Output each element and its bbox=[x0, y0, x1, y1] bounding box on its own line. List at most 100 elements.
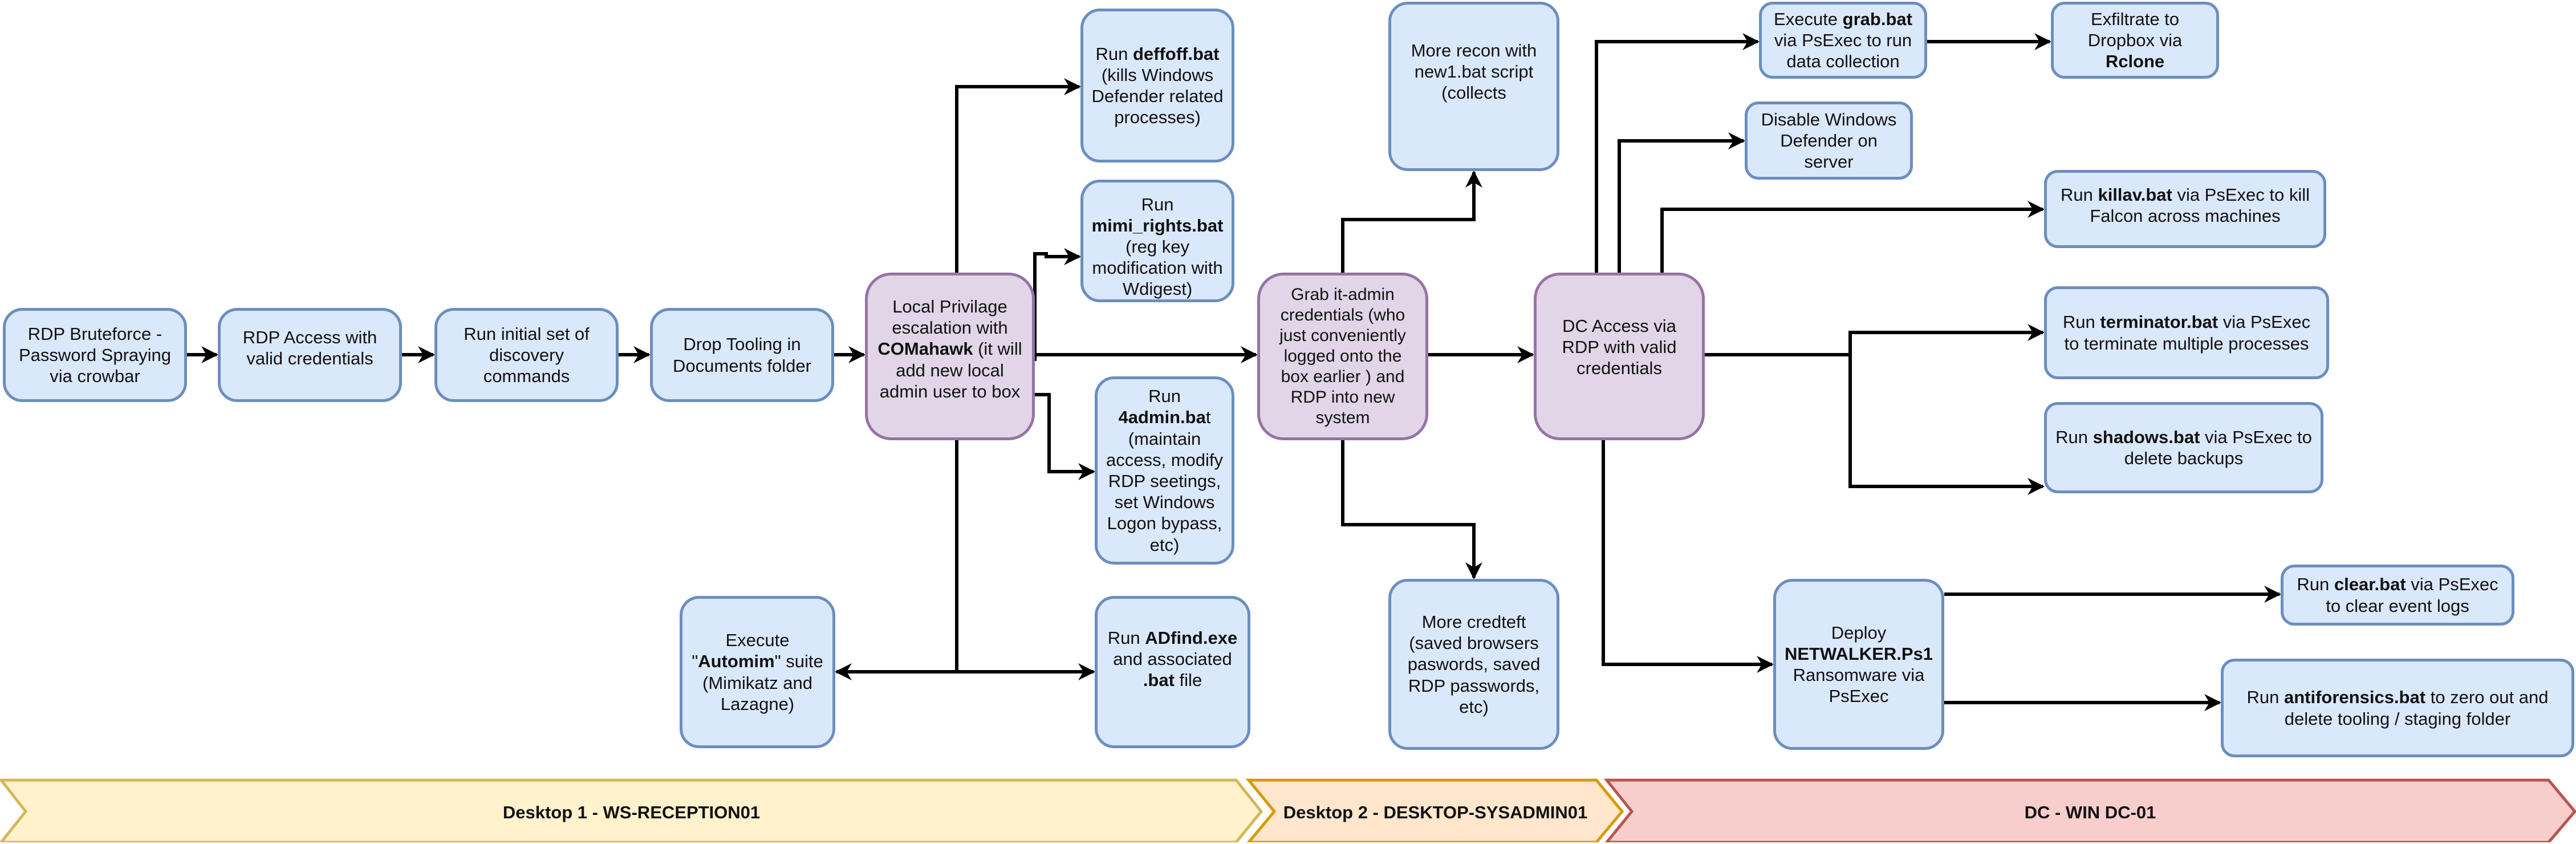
node-label-bold: clear.bat bbox=[2334, 574, 2406, 595]
node-deffoff[interactable]: Run deffoff.bat (kills Windows Defender … bbox=[1080, 9, 1234, 163]
node-label: Run mimi_rights.bat (reg key modificatio… bbox=[1091, 194, 1224, 300]
node-label: Run ADfind.exe and associated .bat file bbox=[1106, 627, 1240, 691]
node-drop-tooling[interactable]: Drop Tooling in Documents folder bbox=[650, 308, 834, 402]
node-automim[interactable]: Execute "Automim" suite (Mimikatz and La… bbox=[680, 596, 835, 748]
node-dc-access[interactable]: DC Access via RDP with valid credentials bbox=[1534, 273, 1705, 440]
node-label-bold: antiforensics.bat bbox=[2284, 687, 2426, 708]
node-label-text: t (maintain access, modify RDP seetings,… bbox=[1106, 407, 1223, 555]
node-label-text: RDP Bruteforce - Password Spraying via c… bbox=[18, 323, 172, 387]
node-label-text: Grab it-admin credentials (who just conv… bbox=[1279, 285, 1406, 427]
node-label-text: RDP Access with valid credentials bbox=[242, 327, 377, 369]
node-label-bold: deffoff.bat bbox=[1132, 43, 1220, 64]
node-label-bold: Rclone bbox=[2105, 51, 2165, 72]
node-label-text: Exfiltrate to Dropbox via bbox=[2087, 9, 2183, 50]
node-label-text: (kills Windows Defender related processe… bbox=[1091, 64, 1224, 128]
node-mimi-rights[interactable]: Run mimi_rights.bat (reg key modificatio… bbox=[1080, 180, 1234, 302]
edge-n14-n19 bbox=[1705, 324, 2045, 356]
node-exfiltrate[interactable]: Exfiltrate to Dropbox via Rclone bbox=[2051, 2, 2219, 79]
node-label-text: file bbox=[1174, 670, 1202, 691]
node-initial-discovery[interactable]: Run initial set of discovery commands bbox=[434, 308, 619, 402]
node-shadows[interactable]: Run shadows.bat via PsExec to delete bac… bbox=[2044, 402, 2323, 493]
edge-n11-n13 bbox=[1341, 440, 1482, 579]
node-grab-bat[interactable]: Execute grab.bat via PsExec to run data … bbox=[1759, 2, 1927, 79]
attack-flow-diagram: Desktop 1 - WS-RECEPTION01 Desktop 2 - D… bbox=[0, 0, 2576, 842]
node-label: RDP Bruteforce - Password Spraying via c… bbox=[14, 323, 176, 387]
node-label-bold: COMahawk bbox=[877, 339, 973, 359]
node-label-bold: shadows.bat bbox=[2093, 427, 2200, 447]
node-rdp-access[interactable]: RDP Access with valid credentials bbox=[218, 308, 402, 402]
node-clear-bat[interactable]: Run clear.bat via PsExec to clear event … bbox=[2281, 565, 2514, 626]
node-label-text: (reg key modification with Wdigest) bbox=[1092, 236, 1223, 299]
node-label: Run clear.bat via PsExec to clear event … bbox=[2291, 574, 2504, 616]
node-label-bold: .bat bbox=[1143, 670, 1175, 691]
node-label: Grab it-admin credentials (who just conv… bbox=[1268, 285, 1417, 428]
node-more-credtheft[interactable]: More credteft (saved browsers paswords, … bbox=[1388, 579, 1559, 750]
node-label: Execute grab.bat via PsExec to run data … bbox=[1770, 9, 1916, 72]
edge-n5-n6 bbox=[955, 78, 1081, 273]
node-label: Run antiforensics.bat to zero out and de… bbox=[2232, 687, 2563, 729]
node-label-bold: terminator.bat bbox=[2100, 312, 2219, 332]
node-label-bold: mimi_rights.bat bbox=[1091, 215, 1224, 236]
node-more-recon[interactable]: More recon with new1.bat script (collect… bbox=[1388, 2, 1559, 171]
node-grab-itadmin[interactable]: Grab it-admin credentials (who just conv… bbox=[1257, 273, 1428, 440]
node-label: More credteft (saved browsers paswords, … bbox=[1399, 611, 1549, 717]
node-label-text: More recon with new1.bat script (collect… bbox=[1411, 40, 1537, 103]
node-label-text: Run bbox=[1141, 194, 1174, 214]
node-label-text: Ransomware via PsExec bbox=[1793, 665, 1925, 707]
node-label-bold: Automim bbox=[698, 651, 775, 672]
node-label: Run deffoff.bat (kills Windows Defender … bbox=[1091, 43, 1224, 128]
node-label: Deploy NETWALKER.Ps1 Ransomware via PsEx… bbox=[1784, 622, 1933, 707]
node-label-text: Run bbox=[2062, 312, 2100, 332]
node-label-text: Run bbox=[1148, 386, 1181, 407]
node-label-text: Run bbox=[2055, 427, 2093, 447]
edge-n5-n9 bbox=[955, 440, 1095, 680]
node-label: Run 4admin.bat (maintain access, modify … bbox=[1106, 386, 1224, 555]
node-label-text: Deploy bbox=[1831, 622, 1887, 643]
node-terminator[interactable]: Run terminator.bat via PsExec to termina… bbox=[2044, 286, 2329, 379]
node-label-text: Run bbox=[1095, 43, 1133, 64]
node-label: Disable Windows Defender on server bbox=[1756, 109, 1902, 173]
node-local-privesc[interactable]: Local Privilage escalation with COMahawk… bbox=[865, 273, 1035, 440]
edge-n5-n8 bbox=[1035, 393, 1095, 480]
node-label-text: via PsExec to run data collection bbox=[1774, 30, 1912, 72]
node-label-text: Run bbox=[1107, 628, 1145, 648]
node-antiforensics[interactable]: Run antiforensics.bat to zero out and de… bbox=[2221, 659, 2574, 757]
node-label-text: Disable Windows Defender on server bbox=[1761, 109, 1897, 172]
node-adfind[interactable]: Run ADfind.exe and associated .bat file bbox=[1095, 596, 1250, 748]
node-label: Run initial set of discovery commands bbox=[445, 323, 608, 387]
edge-n11-n12 bbox=[1341, 171, 1482, 273]
node-label: Drop Tooling in Documents folder bbox=[661, 334, 823, 376]
node-disable-defender[interactable]: Disable Windows Defender on server bbox=[1745, 102, 1913, 180]
node-label-bold: killav.bat bbox=[2098, 185, 2172, 205]
node-label: Run shadows.bat via PsExec to delete bac… bbox=[2055, 427, 2313, 469]
node-rdp-bruteforce[interactable]: RDP Bruteforce - Password Spraying via c… bbox=[3, 308, 187, 402]
node-label-bold: ADfind.exe bbox=[1145, 628, 1238, 648]
node-label: Run killav.bat via PsExec to kill Falcon… bbox=[2055, 184, 2315, 226]
node-label-text: More credteft (saved browsers paswords, … bbox=[1407, 612, 1541, 717]
node-label: Execute "Automim" suite (Mimikatz and La… bbox=[690, 630, 824, 715]
node-label-bold: NETWALKER.Ps1 bbox=[1784, 643, 1933, 664]
node-label-text: Run bbox=[2297, 574, 2334, 595]
node-label: RDP Access with valid credentials bbox=[229, 327, 391, 369]
node-killav[interactable]: Run killav.bat via PsExec to kill Falcon… bbox=[2044, 170, 2326, 248]
node-label-text: and associated bbox=[1113, 649, 1232, 669]
node-label-bold: grab.bat bbox=[1842, 9, 1912, 29]
edge-n5-n7 bbox=[1033, 248, 1081, 361]
edge-n14-n20 bbox=[1848, 355, 2045, 495]
node-label-bold: 4admin.ba bbox=[1118, 407, 1206, 428]
node-label: Run terminator.bat via PsExec to termina… bbox=[2055, 311, 2318, 354]
node-label: DC Access via RDP with valid credentials bbox=[1545, 315, 1694, 379]
edge-n14-n21 bbox=[1602, 440, 1774, 673]
node-label-text: Run initial set of discovery commands bbox=[464, 323, 590, 387]
edge-n14-n18 bbox=[1660, 201, 2045, 273]
node-label-text: Run bbox=[2246, 687, 2284, 708]
node-label: More recon with new1.bat script (collect… bbox=[1399, 40, 1549, 104]
node-label: Exfiltrate to Dropbox via Rclone bbox=[2062, 9, 2208, 72]
node-label-text: Local Privilage escalation with bbox=[892, 297, 1008, 338]
node-label-text: DC Access via RDP with valid credentials bbox=[1562, 316, 1677, 379]
node-4admin[interactable]: Run 4admin.bat (maintain access, modify … bbox=[1095, 376, 1234, 565]
node-netwalker[interactable]: Deploy NETWALKER.Ps1 Ransomware via PsEx… bbox=[1773, 579, 1944, 750]
node-label-text: Run bbox=[2060, 185, 2098, 205]
edge-n14-n17 bbox=[1618, 132, 1745, 273]
node-label-text: Drop Tooling in Documents folder bbox=[673, 334, 811, 376]
